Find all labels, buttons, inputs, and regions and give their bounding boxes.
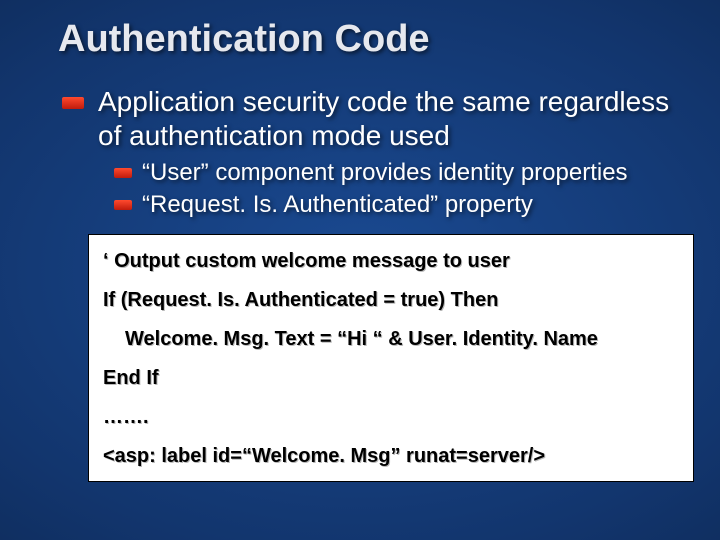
code-box: ‘ Output custom welcome message to user … — [88, 234, 694, 482]
bullet-text: Application security code the same regar… — [98, 85, 690, 152]
bullet-level-1: Application security code the same regar… — [62, 85, 690, 152]
bullet-icon — [62, 97, 84, 109]
slide-title: Authentication Code — [58, 18, 690, 61]
code-line: End If — [103, 368, 679, 389]
bullet-text: “User” component provides identity prope… — [142, 158, 628, 188]
bullet-level-2: “User” component provides identity prope… — [114, 158, 690, 188]
sub-bullet-list: “User” component provides identity prope… — [114, 158, 690, 220]
bullet-icon — [114, 200, 132, 210]
code-line: If (Request. Is. Authenticated = true) T… — [103, 290, 679, 311]
slide: Authentication Code Application security… — [0, 0, 720, 540]
code-line: ……. — [103, 407, 679, 428]
bullet-level-2: “Request. Is. Authenticated” property — [114, 190, 690, 220]
code-line: <asp: label id=“Welcome. Msg” runat=serv… — [103, 446, 679, 467]
bullet-icon — [114, 168, 132, 178]
code-line: Welcome. Msg. Text = “Hi “ & User. Ident… — [103, 329, 679, 350]
bullet-text: “Request. Is. Authenticated” property — [142, 190, 533, 220]
code-line: ‘ Output custom welcome message to user — [103, 251, 679, 272]
